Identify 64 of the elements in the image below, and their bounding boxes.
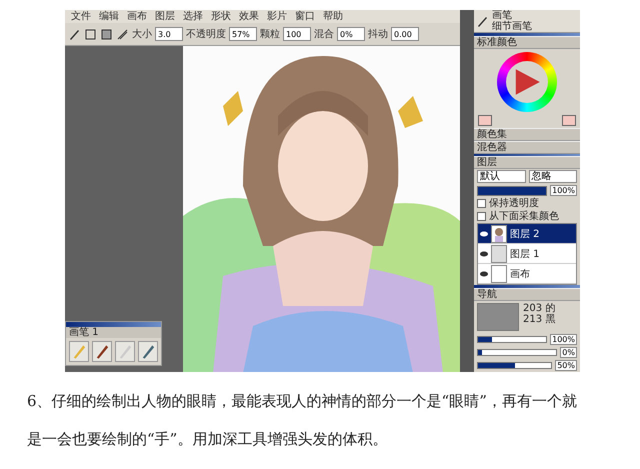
menu-item[interactable]: 效果 [239,10,259,22]
slider-value: 50% [555,360,577,372]
brush-icon[interactable] [68,28,81,40]
input-field[interactable]: 100 [283,27,311,41]
panel-title: 画笔 1 [66,327,161,338]
brush-category: 画笔 [492,10,513,21]
field-label: 抖动 [368,28,388,41]
input-field[interactable]: 3.0 [155,27,183,41]
field-label: 混合 [314,28,334,41]
eye-icon[interactable] [480,230,488,237]
eye-icon[interactable] [480,270,488,277]
eye-icon[interactable] [480,250,488,257]
menu-item[interactable]: 影片 [267,10,287,22]
panel-title[interactable]: 颜色集 [474,128,510,140]
checkbox[interactable] [477,212,486,222]
brush-icon [476,14,489,28]
panel-title[interactable]: 导航 [474,289,500,300]
layer-row[interactable]: 图层 2 [478,224,576,244]
menu-item[interactable]: 选择 [183,10,203,22]
brush-selector[interactable]: 画笔 细节画笔 [474,10,580,33]
brush-icon[interactable] [138,341,158,362]
layer-thumbnail [491,264,507,283]
square-icon[interactable] [84,28,97,40]
field-label: 大小 [132,28,152,41]
layer-name: 图层 1 [510,248,540,261]
opacity-value: 100% [550,185,577,196]
layer-row[interactable]: 画布 [478,264,576,284]
input-field[interactable]: 0% [337,27,365,41]
caption-text: 6、仔细的绘制出人物的眼睛，最能表现人的神情的部分一个是“眼睛”，再有一个就 [27,392,578,410]
field-label: 颗粒 [260,28,280,41]
menu-item[interactable]: 帮助 [323,10,343,22]
size-text: 213 黑 [523,314,556,326]
size-text: 203 的 [523,303,556,314]
dropdown[interactable]: 忽略 [528,170,577,184]
dropdown[interactable]: 默认 [477,170,526,184]
slider-value: 0% [560,347,577,358]
input-field[interactable]: 0.00 [391,27,419,41]
checkbox-label: 保持透明度 [489,198,539,210]
input-field[interactable]: 57% [229,27,257,41]
menu-item[interactable]: 画布 [127,10,147,22]
menu-item[interactable]: 编辑 [99,10,119,22]
layer-thumbnail [491,244,507,263]
navigator-preview [477,303,519,332]
field-label: 不透明度 [186,28,226,41]
brush-icon[interactable] [92,341,112,362]
checkbox-label: 从下面采集颜色 [489,211,559,222]
menu-item[interactable]: 图层 [155,10,175,22]
brush-variant: 细节画笔 [492,21,532,32]
menu-item[interactable]: 形状 [211,10,231,22]
color-swatch[interactable] [478,114,492,126]
layer-row[interactable]: 图层 1 [478,244,576,264]
caption-text: 是一会也要绘制的“手”。用加深工具增强头发的体积。 [27,430,388,448]
color-swatch[interactable] [562,114,576,126]
menu-item[interactable]: 文件 [71,10,91,22]
layer-name: 画布 [510,268,530,281]
slider-fill[interactable] [478,350,482,356]
slider-fill[interactable] [478,363,515,368]
checkbox[interactable] [477,199,486,208]
menu-item[interactable]: 窗口 [295,10,315,22]
square-icon[interactable] [100,28,113,40]
panel-title[interactable]: 标准颜色 [474,36,520,48]
slider-value: 100% [550,334,577,346]
layer-name: 图层 2 [510,228,540,241]
slider-fill[interactable] [478,337,492,342]
